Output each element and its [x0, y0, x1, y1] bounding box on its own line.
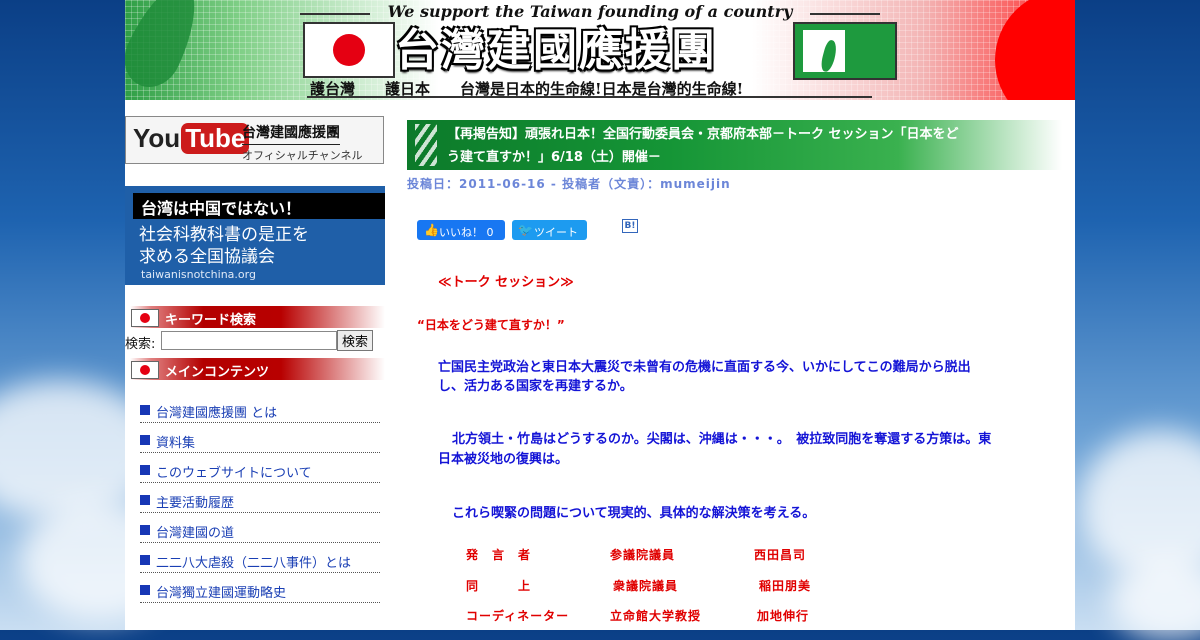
- speaker-title: 参議院議員: [610, 548, 676, 562]
- main-contents-heading-label: メインコンテンツ: [165, 365, 270, 380]
- youtube-channel-name: 台灣建國應援團: [242, 122, 340, 145]
- japan-flag-icon: [303, 22, 395, 78]
- keyword-search-heading: キーワード検索: [125, 306, 385, 328]
- twitter-bird-icon: 🐦: [518, 223, 533, 237]
- nav-item-label[interactable]: このウェブサイトについて: [156, 462, 312, 481]
- paragraph-2-line2: 日本被災地の復興は。: [438, 452, 569, 467]
- japan-flag-icon: [131, 361, 159, 379]
- nav-item-label[interactable]: 台灣獨立建國運動略史: [156, 582, 286, 601]
- nav-item-documents[interactable]: 資料集: [140, 432, 380, 462]
- square-bullet-icon: [140, 465, 150, 475]
- paragraph-1: 亡国民主党政治と東日本大震災で未曾有の危機に直面する今、いかにしてこの難局から脱…: [438, 358, 1058, 378]
- taiwan-not-china-url: taiwanisnotchina.org: [141, 268, 256, 281]
- page-container: We support the Taiwan founding of a coun…: [125, 0, 1075, 630]
- youtube-logo-you: You: [133, 123, 181, 153]
- search-label: 検索:: [125, 337, 156, 352]
- banner-divider: [307, 96, 872, 98]
- youtube-channel-link[interactable]: You Tube 台灣建國應援團 オフィシャルチャンネル: [125, 116, 384, 164]
- thumbs-up-icon: 👍: [424, 223, 439, 237]
- background-cloud: [1080, 430, 1200, 580]
- speaker-name: 稲田朋美: [759, 579, 812, 593]
- taiwan-not-china-body: 社会科教科書の是正を 求める全国協議会: [139, 224, 309, 268]
- site-title: 台灣建國應援團: [395, 25, 717, 76]
- paragraph-2: 北方領土・竹島はどうするのか。尖閣は、沖縄は・・・。 被拉致同胞を奪還する方策は…: [452, 430, 1052, 450]
- nav-item-label[interactable]: 台灣建國應援團 とは: [156, 402, 277, 421]
- speaker-name: 加地伸行: [757, 609, 810, 623]
- paragraph-1-cont: し、活力ある国家を再建するか。: [438, 377, 1058, 397]
- paragraph-1-line2: し、活力ある国家を再建するか。: [438, 379, 633, 394]
- session-heading: ≪トーク セッション≫: [438, 275, 574, 290]
- taiwan-flag-icon: [793, 22, 897, 80]
- nav-item-label[interactable]: 資料集: [156, 432, 195, 451]
- tweet-button[interactable]: 🐦 ツイート: [512, 220, 587, 240]
- search-input[interactable]: [161, 331, 337, 350]
- youtube-channel-subtitle: オフィシャルチャンネル: [242, 149, 363, 162]
- taiwan-not-china-line3: 求める全国協議会: [139, 247, 275, 267]
- speaker-role: 発 言 者: [466, 548, 532, 562]
- taiwan-not-china-banner[interactable]: 台湾は中国ではない！ 社会科教科書の是正を 求める全国協議会 taiwanisn…: [125, 186, 385, 285]
- square-bullet-icon: [140, 555, 150, 565]
- nav-item-activity-history[interactable]: 主要活動履歴: [140, 492, 380, 522]
- speaker-title: 立命館大学教授: [610, 609, 702, 623]
- square-bullet-icon: [140, 585, 150, 595]
- main-contents-heading: メインコンテンツ: [125, 358, 385, 380]
- post-title-line1: 【再掲告知】頑張れ日本！全国行動委員会・京都府本部－トーク セッション「日本をど: [447, 127, 959, 142]
- square-bullet-icon: [140, 495, 150, 505]
- nav-item-228-incident[interactable]: 二二八大虐殺（二二八事件）とは: [140, 552, 380, 582]
- nav-item-label[interactable]: 二二八大虐殺（二二八事件）とは: [156, 552, 351, 571]
- taiwan-not-china-line2: 社会科教科書の是正を: [139, 225, 309, 245]
- nav-item-independence-history[interactable]: 台灣獨立建國運動略史: [140, 582, 380, 612]
- facebook-like-button[interactable]: 👍 いいね！ 0: [417, 220, 505, 240]
- nav-item-about-site[interactable]: このウェブサイトについて: [140, 462, 380, 492]
- post-title-bar: 【再掲告知】頑張れ日本！全国行動委員会・京都府本部－トーク セッション「日本をど…: [407, 120, 1062, 170]
- paragraph-3: これら喫緊の問題について現実的、具体的な解決策を考える。: [452, 506, 816, 521]
- paragraph-2-line1: 北方領土・竹島はどうするのか。尖閣は、沖縄は・・・。 被拉致同胞を奪還する方策は…: [452, 432, 992, 447]
- like-label: いいね！ 0: [439, 226, 494, 239]
- post-title[interactable]: 【再掲告知】頑張れ日本！全国行動委員会・京都府本部－トーク セッション「日本をど…: [447, 123, 1047, 169]
- title-stripe-decoration: [415, 124, 437, 166]
- paragraph-1-line1: 亡国民主党政治と東日本大震災で未曾有の危機に直面する今、いかにしてこの難局から脱…: [438, 360, 971, 375]
- square-bullet-icon: [140, 405, 150, 415]
- japan-flag-icon: [131, 309, 159, 327]
- keyword-search-heading-label: キーワード検索: [165, 313, 257, 328]
- post-meta: 投稿日：2011-06-16 - 投稿者（文責）：mumeijin: [407, 177, 731, 191]
- speaker-name: 西田昌司: [754, 548, 807, 562]
- speaker-title: 衆議院議員: [613, 579, 679, 593]
- taiwan-not-china-heading: 台湾は中国ではない！: [141, 199, 302, 218]
- post-title-line2: う建て直すか！」6/18（土）開催－: [447, 150, 661, 165]
- youtube-logo-icon: You Tube: [133, 123, 250, 154]
- search-button[interactable]: 検索: [337, 330, 374, 351]
- speaker-role: 同 上: [466, 579, 532, 593]
- tweet-label: ツイート: [534, 226, 578, 239]
- site-banner[interactable]: We support the Taiwan founding of a coun…: [125, 0, 1075, 100]
- nav-item-about[interactable]: 台灣建國應援團 とは: [140, 402, 380, 432]
- session-subtitle: “日本をどう建て直すか！”: [417, 318, 565, 332]
- square-bullet-icon: [140, 435, 150, 445]
- hatena-bookmark-button[interactable]: B!: [622, 219, 638, 233]
- speaker-role: コーディネーター: [466, 609, 570, 623]
- paragraph-2-cont: 日本被災地の復興は。: [438, 450, 1058, 470]
- square-bullet-icon: [140, 525, 150, 535]
- main-contents-nav: 台灣建國應援團 とは 資料集 このウェブサイトについて 主要活動履歴 台灣建國の…: [140, 402, 380, 612]
- nav-item-label[interactable]: 台灣建國の道: [156, 522, 234, 541]
- nav-item-road-to-founding[interactable]: 台灣建國の道: [140, 522, 380, 552]
- youtube-logo-tube: Tube: [181, 123, 250, 154]
- nav-item-label[interactable]: 主要活動履歴: [156, 492, 234, 511]
